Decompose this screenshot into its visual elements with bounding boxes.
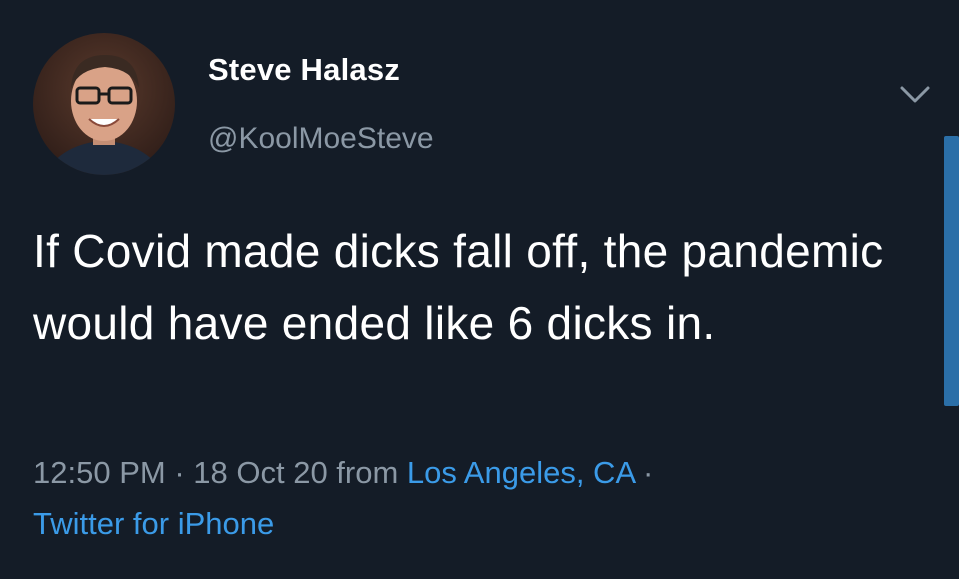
tweet-card: Steve Halasz @KoolMoeSteve If Covid made… <box>0 0 959 579</box>
scrollbar[interactable] <box>944 136 959 406</box>
tweet-date[interactable]: 18 Oct 20 <box>193 455 327 490</box>
tweet-time[interactable]: 12:50 PM <box>33 455 166 490</box>
from-label: from <box>327 455 407 490</box>
tweet-text: If Covid made dicks fall off, the pandem… <box>33 225 884 349</box>
tweet-meta: 12:50 PM · 18 Oct 20 from Los Angeles, C… <box>33 447 933 549</box>
chevron-down-icon[interactable] <box>896 82 934 108</box>
author-handle[interactable]: @KoolMoeSteve <box>208 122 434 156</box>
source-link[interactable]: Twitter for iPhone <box>33 506 274 541</box>
meta-separator: · <box>165 455 194 490</box>
meta-trailing-separator: · <box>634 455 654 490</box>
profile-photo-icon <box>33 33 175 175</box>
location-link[interactable]: Los Angeles, CA <box>407 455 635 490</box>
author-display-name[interactable]: Steve Halasz <box>208 52 400 88</box>
avatar[interactable] <box>33 33 175 175</box>
